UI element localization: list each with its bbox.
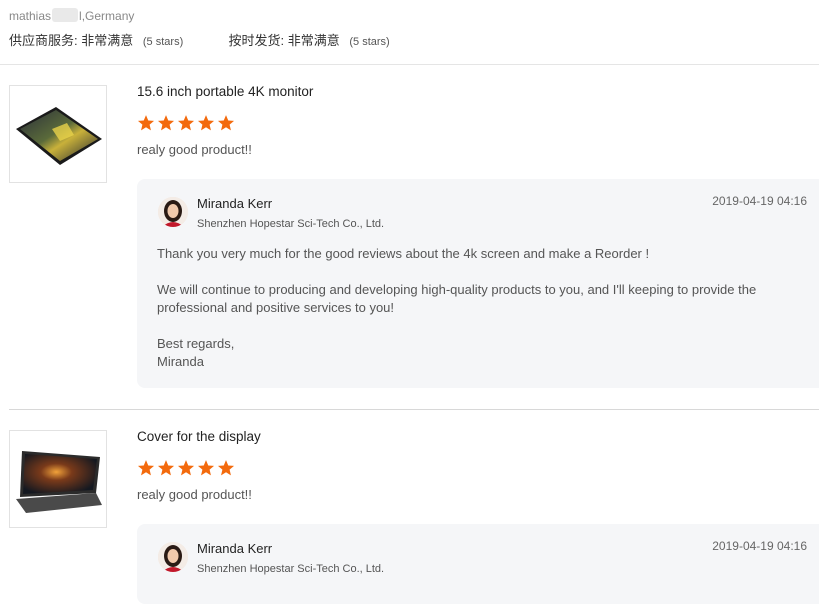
service-label: 供应商服务: bbox=[9, 33, 78, 48]
shipping-value: 非常满意 bbox=[287, 33, 340, 48]
seller-avatar bbox=[158, 542, 188, 572]
seller-name: Miranda Kerr bbox=[197, 541, 273, 556]
review-comment: realy good product!! bbox=[137, 142, 252, 157]
star-icon bbox=[197, 115, 215, 131]
reply-signature: Miranda bbox=[157, 354, 204, 369]
reviewer-info: mathias l,Germany bbox=[9, 8, 819, 24]
reviewer-name-start: mathias bbox=[9, 9, 52, 23]
reply-date: 2019-04-19 04:16 bbox=[712, 539, 807, 553]
monitor-image-graphic bbox=[16, 107, 102, 165]
cover-image-graphic bbox=[16, 451, 102, 513]
reply-date: 2019-04-19 04:16 bbox=[712, 194, 807, 208]
product-title[interactable]: 15.6 inch portable 4K monitor bbox=[137, 84, 313, 99]
service-stars: (5 stars) bbox=[142, 36, 184, 48]
rating-stars bbox=[137, 114, 235, 132]
star-icon bbox=[197, 460, 215, 476]
reviewer-country: l,Germany bbox=[79, 9, 135, 23]
seller-name: Miranda Kerr bbox=[197, 196, 273, 211]
header-divider bbox=[0, 64, 819, 65]
monitor-product-image[interactable] bbox=[9, 85, 107, 183]
redacted-name-blur bbox=[52, 8, 79, 22]
review-divider bbox=[9, 409, 819, 410]
star-icon bbox=[137, 115, 155, 131]
seller-reply: Miranda Kerr Shenzhen Hopestar Sci-Tech … bbox=[137, 524, 819, 604]
reply-signoff: Best regards, bbox=[157, 336, 235, 351]
rating-stars bbox=[137, 459, 235, 477]
seller-reply: Miranda Kerr Shenzhen Hopestar Sci-Tech … bbox=[137, 179, 819, 388]
shipping-label: 按时发货: bbox=[228, 33, 285, 48]
reply-paragraph: Thank you very much for the good reviews… bbox=[157, 246, 650, 261]
service-value: 非常满意 bbox=[81, 33, 134, 48]
seller-avatar bbox=[158, 197, 188, 227]
seller-company[interactable]: Shenzhen Hopestar Sci-Tech Co., Ltd. bbox=[197, 563, 384, 575]
avatar-photo bbox=[158, 197, 188, 227]
reply-paragraph: We will continue to producing and develo… bbox=[157, 282, 757, 315]
star-icon bbox=[177, 460, 195, 476]
seller-company[interactable]: Shenzhen Hopestar Sci-Tech Co., Ltd. bbox=[197, 218, 384, 230]
star-icon bbox=[177, 115, 195, 131]
star-icon bbox=[217, 115, 235, 131]
reply-body: Thank you very much for the good reviews… bbox=[157, 245, 797, 371]
star-icon bbox=[157, 115, 175, 131]
product-title[interactable]: Cover for the display bbox=[137, 429, 261, 444]
review-header: mathias l,Germany 供应商服务: 非常满意 (5 stars) 按… bbox=[9, 8, 819, 50]
cover-product-image[interactable] bbox=[9, 430, 107, 528]
star-icon bbox=[137, 460, 155, 476]
store-ratings: 供应商服务: 非常满意 (5 stars) 按时发货: 非常满意 (5 star… bbox=[9, 33, 819, 50]
star-icon bbox=[157, 460, 175, 476]
avatar-photo bbox=[158, 542, 188, 572]
star-icon bbox=[217, 460, 235, 476]
review-comment: realy good product!! bbox=[137, 487, 252, 502]
shipping-stars: (5 stars) bbox=[349, 36, 390, 48]
